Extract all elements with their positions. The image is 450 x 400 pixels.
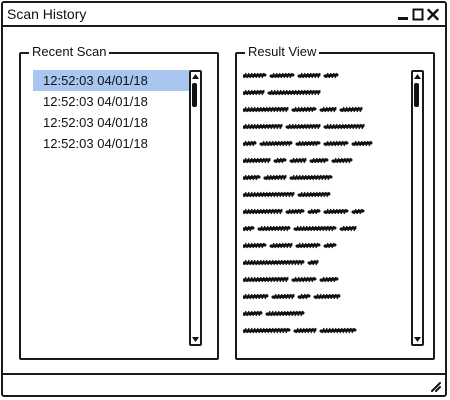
scribble-word: [293, 225, 337, 232]
scroll-down-icon[interactable]: [413, 334, 422, 344]
scroll-down-icon[interactable]: [191, 334, 200, 344]
scribble-word: [297, 72, 321, 79]
scribble-word: [291, 276, 317, 283]
list-item[interactable]: 12:52:03 04/01/18: [33, 133, 189, 154]
scribble-word: [267, 89, 321, 96]
resize-grip-icon[interactable]: [429, 380, 441, 392]
scribble-word: [285, 208, 305, 215]
scribble-word: [271, 293, 295, 300]
scribble-word: [297, 293, 311, 300]
list-item[interactable]: 12:52:03 04/01/18: [33, 70, 189, 91]
scribble-word: [319, 276, 339, 283]
scribble-word: [243, 123, 283, 130]
scribble-word: [273, 157, 287, 164]
scribble-word: [243, 106, 289, 113]
scribble-word: [307, 259, 319, 266]
scroll-thumb[interactable]: [192, 83, 197, 107]
scribble-word: [323, 208, 349, 215]
scribble-word: [339, 106, 363, 113]
result-view-panel: Result View: [235, 44, 435, 360]
scribble-word: [243, 191, 295, 198]
title-bar[interactable]: Scan History: [3, 3, 445, 27]
scribble-word: [351, 208, 365, 215]
maximize-icon[interactable]: [412, 7, 424, 21]
list-item[interactable]: 12:52:03 04/01/18: [33, 91, 189, 112]
scribble-word: [243, 140, 257, 147]
close-icon[interactable]: [427, 7, 439, 21]
scribble-word: [323, 123, 365, 130]
scribble-word: [351, 140, 373, 147]
scribble-word: [243, 225, 255, 232]
scribble-word: [243, 259, 305, 266]
result-view-scrollbar[interactable]: [411, 70, 424, 346]
scribble-word: [293, 327, 317, 334]
minimize-icon[interactable]: [397, 7, 409, 21]
result-text-placeholder: [243, 72, 373, 334]
scribble-word: [243, 276, 289, 283]
scribble-word: [323, 72, 339, 79]
scribble-word: [265, 310, 305, 317]
scribble-word: [339, 225, 357, 232]
scribble-word: [289, 157, 307, 164]
scribble-word: [319, 106, 337, 113]
scribble-word: [323, 140, 349, 147]
scribble-word: [243, 174, 261, 181]
scroll-up-icon[interactable]: [413, 72, 422, 82]
recent-scan-label: Recent Scan: [29, 44, 110, 60]
scribble-word: [243, 157, 271, 164]
scroll-thumb[interactable]: [414, 83, 419, 107]
recent-scan-panel: Recent Scan 12:52:03 04/01/18 12:52:03 0…: [19, 44, 219, 360]
scribble-word: [263, 174, 287, 181]
scribble-word: [295, 140, 321, 147]
recent-scan-scrollbar[interactable]: [189, 70, 202, 346]
scribble-word: [243, 208, 283, 215]
scribble-word: [243, 89, 265, 96]
scribble-word: [289, 174, 333, 181]
scribble-word: [285, 123, 321, 130]
list-item[interactable]: 12:52:03 04/01/18: [33, 112, 189, 133]
scribble-word: [331, 157, 353, 164]
scribble-word: [319, 327, 357, 334]
scribble-word: [243, 310, 263, 317]
recent-scan-list: 12:52:03 04/01/18 12:52:03 04/01/18 12:5…: [33, 70, 189, 154]
scribble-word: [269, 242, 293, 249]
status-bar: [3, 373, 445, 395]
result-view-label: Result View: [245, 44, 320, 60]
scribble-word: [243, 242, 267, 249]
scribble-word: [269, 72, 295, 79]
scribble-word: [313, 293, 341, 300]
scribble-word: [291, 106, 317, 113]
scribble-word: [323, 242, 337, 249]
scribble-word: [307, 208, 321, 215]
window-title: Scan History: [7, 6, 87, 22]
window-controls: [397, 7, 439, 21]
scribble-word: [297, 191, 331, 198]
scribble-word: [309, 157, 329, 164]
scribble-word: [243, 293, 269, 300]
scribble-word: [243, 72, 267, 79]
scribble-word: [257, 225, 291, 232]
scroll-up-icon[interactable]: [191, 72, 200, 82]
scribble-word: [295, 242, 321, 249]
scribble-word: [243, 327, 291, 334]
scribble-word: [259, 140, 293, 147]
scan-history-window: Scan History Recent Scan 12:52:03 04/01/…: [1, 1, 447, 397]
